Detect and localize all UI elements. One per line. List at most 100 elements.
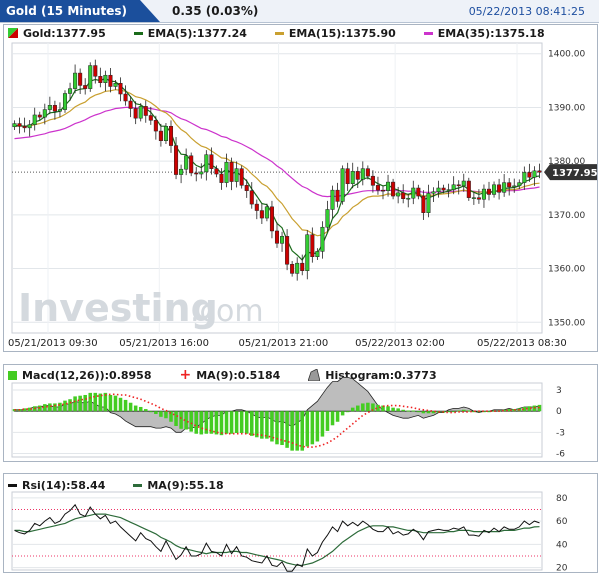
macd-bar: [391, 407, 395, 412]
macd-bar: [149, 411, 153, 413]
candle-body: [27, 124, 32, 129]
candle-body: [133, 108, 138, 119]
chart-header: Gold (15 Minutes) 0.35 (0.03%) 05/22/201…: [0, 0, 599, 23]
candle-body: [219, 173, 224, 183]
candle-body: [386, 181, 391, 191]
candle-body: [502, 182, 507, 193]
candle-body: [345, 168, 350, 184]
macd-bar: [204, 411, 209, 434]
macd-bar: [189, 411, 193, 432]
macd-bar: [199, 411, 204, 435]
candle-body: [391, 181, 396, 197]
candle-body: [214, 168, 219, 175]
macd-bar: [48, 403, 52, 412]
candle-body: [17, 123, 22, 127]
candle-body: [507, 182, 512, 188]
macd-bar: [487, 411, 491, 413]
candle-body: [350, 171, 355, 184]
candle-body: [421, 195, 426, 213]
candle-body: [224, 161, 229, 183]
macd-bar: [154, 411, 158, 415]
candle-body: [441, 187, 446, 191]
candle-body: [174, 145, 179, 175]
candle-body: [148, 115, 153, 121]
candle-body: [103, 74, 108, 83]
macd-bar: [244, 411, 249, 434]
price-panel: Gold:1377.95 EMA(5):1377.24 EMA(15):1375…: [3, 24, 598, 352]
candle-body: [249, 190, 254, 205]
candle-body: [78, 72, 83, 86]
candle-body: [57, 109, 62, 112]
candle-body: [229, 161, 234, 182]
macd-chart: 3 0 -3 -6: [11, 376, 565, 459]
last-price-tag-label: 1377.95: [552, 168, 597, 179]
rsi-chart: 80 60 40 20: [11, 491, 568, 572]
candle-body: [204, 154, 209, 173]
candle-body: [426, 193, 431, 213]
candle-body: [239, 168, 244, 186]
candle-body: [123, 93, 128, 102]
rsi-y-tick-label: 80: [556, 494, 568, 504]
macd-bar: [164, 411, 168, 419]
candle-body: [158, 130, 163, 141]
candle-body: [194, 172, 199, 175]
candle-body: [476, 197, 481, 200]
price-x-tick-label: 05/22/2013 02:00: [355, 338, 445, 349]
rsi-y-tick-label: 40: [556, 540, 568, 550]
price-x-tick-label: 05/21/2013 09:30: [8, 338, 98, 349]
price-y-tick-label: 1350.00: [548, 318, 585, 328]
candle-body: [305, 234, 310, 271]
candle-body: [118, 83, 123, 95]
candle-body: [269, 206, 274, 232]
macd-bar: [290, 411, 294, 451]
candle-body: [199, 171, 204, 175]
macd-bar: [224, 411, 229, 434]
candle-body: [456, 184, 461, 187]
macd-bar: [366, 402, 370, 412]
candle-body: [47, 105, 52, 110]
title-tab: Gold (15 Minutes): [0, 0, 170, 22]
candle-body: [310, 234, 315, 257]
macd-bar: [310, 411, 315, 445]
candle-body: [143, 106, 148, 116]
macd-bar: [118, 397, 123, 412]
candle-body: [522, 172, 527, 183]
macd-bar: [179, 411, 183, 429]
candle-body: [128, 100, 133, 109]
macd-bar: [340, 411, 345, 416]
price-x-tick-label: 05/22/2013 08:30: [477, 338, 567, 349]
candle-body: [73, 72, 78, 89]
candle-body: [481, 188, 486, 200]
candle-body: [62, 93, 68, 110]
candle-body: [330, 189, 335, 210]
macd-bar: [345, 411, 350, 413]
candle-body: [492, 184, 497, 195]
candle-body: [355, 171, 360, 180]
chart-title: Gold (15 Minutes): [6, 4, 127, 18]
macd-bar: [239, 411, 244, 434]
candle-body: [274, 230, 280, 244]
candle-body: [113, 83, 118, 87]
candle-body: [295, 262, 300, 274]
macd-bar: [83, 394, 87, 412]
candle-body: [451, 184, 456, 190]
watermark-brand: Investing: [18, 286, 218, 330]
macd-bar: [315, 411, 320, 442]
candle-body: [254, 203, 259, 211]
candle-body: [431, 191, 436, 194]
candle-body: [527, 172, 532, 178]
macd-bar: [113, 395, 118, 412]
macd-bar: [335, 411, 340, 422]
macd-bar: [406, 410, 411, 412]
macd-bar: [53, 403, 57, 412]
macd-bar: [88, 392, 93, 412]
rsi-y-tick-label: 20: [556, 564, 568, 572]
macd-bar: [320, 411, 325, 437]
candle-body: [153, 120, 158, 132]
macd-bar: [416, 411, 421, 413]
macd-bar: [300, 411, 305, 451]
macd-bar: [58, 402, 62, 412]
candle-body: [461, 180, 466, 187]
macd-bar: [159, 411, 163, 417]
macd-bar: [426, 411, 431, 414]
